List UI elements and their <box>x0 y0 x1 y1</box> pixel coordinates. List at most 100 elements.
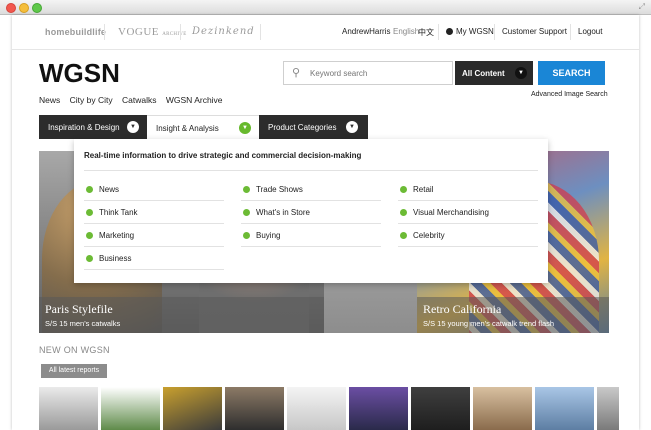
menu-item-label: Trade Shows <box>256 185 303 194</box>
hero-caption-paris[interactable]: Paris Stylefile S/S 15 men's catwalks <box>39 297 324 333</box>
language-english-link[interactable]: English <box>393 27 419 36</box>
tab-product-categories[interactable]: Product Categories ▼ <box>259 115 368 139</box>
divider <box>84 269 224 270</box>
hero-caption-california[interactable]: Retro California S/S 15 young men's catw… <box>417 297 609 333</box>
report-thumbnail[interactable] <box>411 387 470 430</box>
menu-item-celebrity[interactable]: Celebrity <box>400 231 445 240</box>
main-nav: News City by City Catwalks WGSN Archive <box>39 95 230 105</box>
menu-item-business[interactable]: Business <box>86 254 131 263</box>
report-thumbnail[interactable] <box>349 387 408 430</box>
divider <box>84 170 538 171</box>
wgsn-logo[interactable]: WGSN <box>39 58 120 89</box>
my-wgsn-icon <box>446 28 453 35</box>
new-on-wgsn-heading: NEW ON WGSN <box>39 345 110 355</box>
bullet-icon <box>86 186 93 193</box>
search-box: ⚲ <box>283 61 453 85</box>
hero-subtitle: S/S 15 men's catwalks <box>45 319 121 328</box>
menu-item-whats-in-store[interactable]: What's in Store <box>243 208 310 217</box>
menu-item-label: Think Tank <box>99 208 138 217</box>
tab-inspiration-design[interactable]: Inspiration & Design ▼ <box>39 115 147 139</box>
divider <box>398 223 538 224</box>
wgsn-page: homebuildlife VOGUE ARCHIVE Dezinkend An… <box>12 15 639 430</box>
divider <box>241 246 381 247</box>
bullet-icon <box>400 232 407 239</box>
zoom-window-icon[interactable] <box>32 3 42 13</box>
chevron-down-icon: ▼ <box>346 121 358 133</box>
divider <box>398 246 538 247</box>
my-wgsn-label: My WGSN <box>456 27 494 36</box>
language-chinese-link[interactable]: 中文 <box>418 27 434 38</box>
divider <box>84 246 224 247</box>
vogue-archive-link[interactable]: VOGUE ARCHIVE <box>118 26 187 38</box>
divider <box>104 24 105 40</box>
tab-label: Inspiration & Design <box>48 123 120 132</box>
report-thumbnail[interactable] <box>473 387 532 430</box>
content-scope-label: All Content <box>462 69 505 78</box>
browser-window: ⤢ homebuildlife VOGUE ARCHIVE Dezinkend … <box>0 0 651 430</box>
report-thumbnail[interactable] <box>163 387 222 430</box>
dropdown-heading: Real-time information to drive strategic… <box>84 151 362 160</box>
username-label: AndrewHarris <box>342 27 391 36</box>
nav-item-wgsn-archive[interactable]: WGSN Archive <box>166 95 223 105</box>
report-thumbnail[interactable] <box>101 387 160 430</box>
vogue-label: VOGUE <box>118 26 159 38</box>
bullet-icon <box>243 232 250 239</box>
menu-item-label: Business <box>99 254 132 263</box>
my-wgsn-link[interactable]: My WGSN <box>446 27 494 36</box>
tab-insight-analysis[interactable]: Insight & Analysis ▼ <box>147 115 259 139</box>
menu-item-label: News <box>99 185 120 194</box>
latest-reports-thumbnails <box>39 387 619 430</box>
content-scope-dropdown[interactable]: All Content ▼ <box>455 61 533 85</box>
report-thumbnail[interactable] <box>225 387 284 430</box>
bullet-icon <box>243 209 250 216</box>
chevron-down-icon: ▼ <box>515 67 527 79</box>
fullscreen-icon[interactable]: ⤢ <box>639 2 645 12</box>
menu-item-label: Celebrity <box>413 231 445 240</box>
customer-support-link[interactable]: Customer Support <box>502 27 567 36</box>
menu-item-label: What's in Store <box>256 208 310 217</box>
bullet-icon <box>400 209 407 216</box>
report-thumbnail[interactable] <box>287 387 346 430</box>
divider <box>84 223 224 224</box>
bullet-icon <box>400 186 407 193</box>
report-thumbnail[interactable] <box>597 387 619 430</box>
third-brand-link[interactable]: Dezinkend <box>192 26 255 37</box>
menu-item-retail[interactable]: Retail <box>400 185 433 194</box>
tab-label: Insight & Analysis <box>156 124 219 133</box>
divider <box>241 200 381 201</box>
nav-item-news[interactable]: News <box>39 95 60 105</box>
menu-item-news[interactable]: News <box>86 185 119 194</box>
divider <box>260 24 261 40</box>
nav-item-catwalks[interactable]: Catwalks <box>122 95 156 105</box>
chevron-down-icon: ▼ <box>127 121 139 133</box>
report-thumbnail[interactable] <box>535 387 594 430</box>
report-thumbnail[interactable] <box>39 387 98 430</box>
homebuildlife-link[interactable]: homebuildlife <box>45 27 106 37</box>
nav-item-city-by-city[interactable]: City by City <box>70 95 113 105</box>
search-input[interactable] <box>308 65 448 81</box>
menu-item-marketing[interactable]: Marketing <box>86 231 134 240</box>
divider <box>84 200 224 201</box>
advanced-image-search-link[interactable]: Advanced Image Search <box>531 91 608 98</box>
menu-item-trade-shows[interactable]: Trade Shows <box>243 185 303 194</box>
menu-item-visual-merchandising[interactable]: Visual Merchandising <box>400 208 489 217</box>
search-button[interactable]: SEARCH <box>538 61 605 85</box>
menu-item-think-tank[interactable]: Think Tank <box>86 208 138 217</box>
divider <box>494 24 495 40</box>
top-links-bar: homebuildlife VOGUE ARCHIVE Dezinkend An… <box>12 15 639 50</box>
bullet-icon <box>86 255 93 262</box>
hero-subtitle: S/S 15 young men's catwalk trend flash <box>423 319 555 328</box>
vogue-archive-label: ARCHIVE <box>162 32 187 37</box>
minimize-window-icon[interactable] <box>19 3 29 13</box>
logout-link[interactable]: Logout <box>578 27 602 36</box>
menu-item-label: Retail <box>413 185 434 194</box>
divider <box>438 24 439 40</box>
menu-item-buying[interactable]: Buying <box>243 231 280 240</box>
chevron-down-icon: ▼ <box>239 122 251 134</box>
menu-item-label: Visual Merchandising <box>413 208 489 217</box>
menu-item-label: Marketing <box>99 231 135 240</box>
close-window-icon[interactable] <box>6 3 16 13</box>
hero-title: Paris Stylefile <box>45 302 113 316</box>
all-latest-reports-button[interactable]: All latest reports <box>41 364 107 378</box>
search-icon: ⚲ <box>292 67 301 79</box>
